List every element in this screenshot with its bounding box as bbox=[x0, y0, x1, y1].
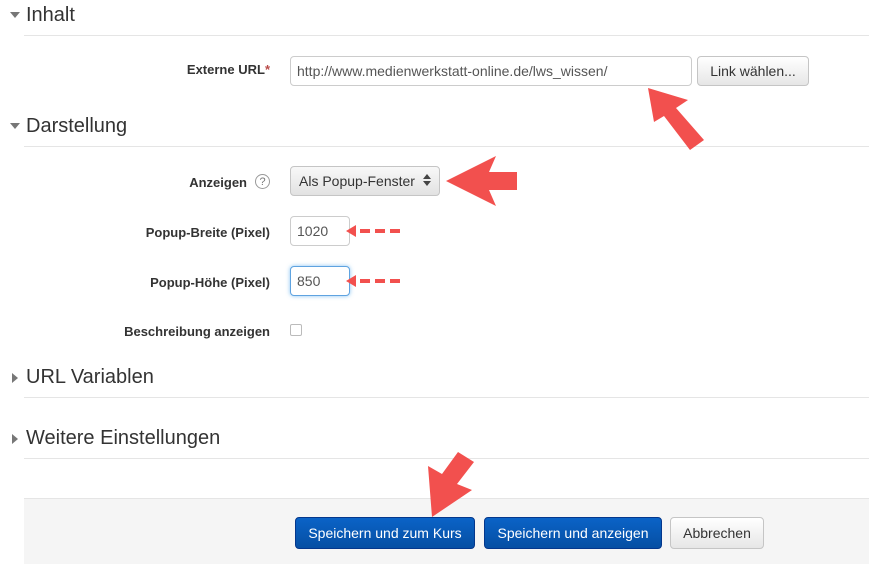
red-arrow-icon bbox=[446, 156, 517, 206]
red-arrow-icon bbox=[346, 225, 400, 237]
annotation-arrows bbox=[346, 88, 704, 517]
red-arrow-icon bbox=[346, 275, 400, 287]
red-arrow-icon bbox=[648, 88, 704, 150]
red-arrow-icon bbox=[428, 452, 474, 517]
